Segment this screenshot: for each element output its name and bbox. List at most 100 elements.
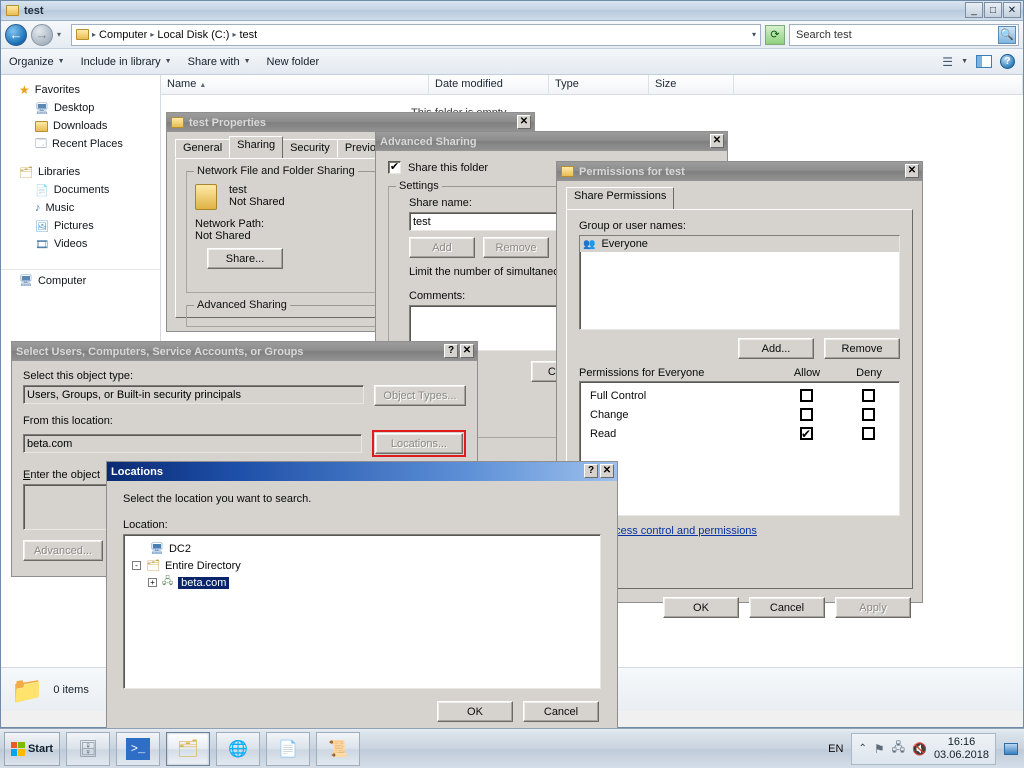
cancel-button[interactable]: Cancel: [749, 597, 825, 618]
advanced-button[interactable]: Advanced...: [23, 540, 103, 561]
sidebar-item-computer[interactable]: 🖥 Computer: [1, 269, 160, 287]
close-button[interactable]: ✕: [600, 464, 614, 478]
network-icon[interactable]: 🖧: [892, 738, 905, 759]
taskbar-item-notepad[interactable]: 📄: [266, 731, 310, 766]
search-input[interactable]: Search test 🔍: [789, 23, 1019, 46]
breadcrumb-local-disk[interactable]: Local Disk (C:): [157, 29, 229, 41]
breadcrumb-computer[interactable]: Computer: [99, 29, 147, 41]
search-icon[interactable]: 🔍: [998, 25, 1016, 44]
sidebar-item-downloads[interactable]: Downloads: [1, 117, 160, 135]
maximize-button[interactable]: □: [984, 2, 1002, 18]
refresh-button[interactable]: ⟳: [765, 24, 785, 45]
sidebar-item-documents[interactable]: 📄 Documents: [1, 181, 160, 199]
change-view-icon[interactable]: ☰: [942, 55, 953, 69]
taskbar-item-explorer[interactable]: 🗂: [166, 731, 210, 766]
forward-button[interactable]: →: [31, 23, 53, 46]
list-item[interactable]: 👥 Everyone: [580, 236, 899, 252]
object-names-input[interactable]: [23, 484, 111, 530]
taskbar-item-powershell[interactable]: >_: [116, 731, 160, 766]
add-principal-button[interactable]: Add...: [738, 338, 814, 359]
tree-item-dc2[interactable]: 🖥 DC2: [128, 540, 596, 557]
tree-item-entire-directory[interactable]: - 🗂 Entire Directory: [128, 557, 596, 574]
tab-general[interactable]: General: [175, 139, 231, 158]
sidebar-item-libraries[interactable]: 🗂 Libraries: [1, 163, 160, 181]
chevron-down-icon[interactable]: ▼: [961, 58, 968, 65]
tab-security[interactable]: Security: [282, 139, 338, 158]
minimize-button[interactable]: _: [965, 2, 983, 18]
allow-checkbox[interactable]: [799, 408, 813, 421]
taskbar-item-server-manager[interactable]: 🗄: [66, 731, 110, 766]
from-location-field[interactable]: beta.com: [23, 434, 362, 453]
column-header-date-modified[interactable]: Date modified: [429, 75, 549, 95]
include-in-library-button[interactable]: Include in library ▼: [81, 56, 172, 68]
clock[interactable]: 16:16 03.06.2018: [934, 736, 989, 762]
system-tray: EN ⌃ ⚑ 🖧 🔇 16:16 03.06.2018: [828, 732, 1022, 765]
object-type-field[interactable]: Users, Groups, or Built-in security prin…: [23, 385, 364, 404]
cancel-button[interactable]: Cancel: [523, 701, 599, 722]
taskbar-item-network[interactable]: 🌐: [216, 731, 260, 766]
chevron-up-icon[interactable]: ⌃: [858, 743, 866, 754]
deny-checkbox[interactable]: [861, 389, 875, 402]
show-desktop-button[interactable]: [1004, 742, 1018, 755]
close-button[interactable]: ✕: [517, 115, 531, 129]
help-button[interactable]: ?: [444, 344, 458, 358]
ok-button[interactable]: OK: [663, 597, 739, 618]
column-header-type[interactable]: Type: [549, 75, 649, 95]
table-row[interactable]: Read ✔: [580, 424, 899, 443]
share-button[interactable]: Share...: [207, 248, 283, 269]
flag-icon[interactable]: ⚑: [874, 742, 885, 756]
close-button[interactable]: ✕: [710, 134, 724, 148]
object-types-button[interactable]: Object Types...: [374, 385, 466, 406]
access-control-help-link[interactable]: bout access control and permissions: [579, 525, 900, 537]
tab-share-permissions[interactable]: Share Permissions: [566, 187, 675, 209]
close-button[interactable]: ✕: [460, 344, 474, 358]
sidebar-item-music[interactable]: ♪ Music: [1, 199, 160, 217]
column-header-name[interactable]: Name ▲: [161, 75, 429, 95]
column-header-size[interactable]: Size: [649, 75, 734, 95]
allow-checkbox[interactable]: [799, 389, 813, 402]
sidebar-item-videos[interactable]: 🎞 Videos: [1, 235, 160, 253]
back-button[interactable]: ←: [5, 23, 27, 46]
remove-principal-button[interactable]: Remove: [824, 338, 900, 359]
deny-checkbox[interactable]: [861, 408, 875, 421]
close-button[interactable]: ✕: [1003, 2, 1021, 18]
share-with-button[interactable]: Share with ▼: [188, 56, 251, 68]
address-dropdown-icon[interactable]: ▾: [752, 30, 756, 39]
locations-tree[interactable]: 🖥 DC2 - 🗂 Entire Directory + 🖧 beta.com: [123, 534, 601, 689]
recent-pages-dropdown-icon[interactable]: ▾: [57, 30, 67, 39]
locations-button[interactable]: Locations...: [375, 433, 463, 454]
sidebar-item-favorites[interactable]: ★ Favorites: [1, 81, 160, 99]
start-button[interactable]: Start: [4, 731, 60, 766]
sidebar-item-recent-places[interactable]: 🗔 Recent Places: [1, 135, 160, 153]
tab-sharing[interactable]: Sharing: [229, 136, 284, 158]
tree-item-beta-com[interactable]: + 🖧 beta.com: [128, 574, 596, 591]
allow-checkbox[interactable]: ✔: [799, 427, 813, 440]
deny-checkbox[interactable]: [861, 427, 875, 440]
table-row[interactable]: Change: [580, 405, 899, 424]
sidebar-item-pictures[interactable]: 🖼 Pictures: [1, 217, 160, 235]
group-user-listbox[interactable]: 👥 Everyone: [579, 235, 900, 330]
close-button[interactable]: ✕: [905, 164, 919, 178]
group-or-user-names-label: Group or user names:: [579, 220, 686, 232]
table-row[interactable]: Full Control: [580, 386, 899, 405]
help-button[interactable]: ?: [584, 464, 598, 478]
language-indicator[interactable]: EN: [828, 743, 843, 755]
add-share-name-button[interactable]: Add: [409, 237, 475, 258]
sidebar-item-desktop[interactable]: 🖥 Desktop: [1, 99, 160, 117]
remove-share-name-button[interactable]: Remove: [483, 237, 549, 258]
collapse-icon[interactable]: -: [132, 561, 141, 570]
expand-icon[interactable]: +: [148, 578, 157, 587]
preview-pane-icon[interactable]: [976, 55, 992, 68]
breadcrumb[interactable]: ▸ Computer ▸ Local Disk (C:) ▸ test ▾: [71, 23, 761, 46]
taskbar-item-certificates[interactable]: 📜: [316, 731, 360, 766]
help-icon[interactable]: ?: [1000, 54, 1015, 69]
star-icon: ★: [19, 83, 30, 97]
apply-button[interactable]: Apply: [835, 597, 911, 618]
share-this-folder-checkbox[interactable]: ✔: [388, 161, 401, 174]
ok-button[interactable]: OK: [437, 701, 513, 722]
volume-muted-icon[interactable]: 🔇: [912, 742, 927, 756]
breadcrumb-test[interactable]: test: [239, 29, 257, 41]
object-type-row: Users, Groups, or Built-in security prin…: [23, 385, 466, 406]
organize-button[interactable]: Organize ▼: [9, 56, 65, 68]
new-folder-button[interactable]: New folder: [267, 56, 320, 68]
